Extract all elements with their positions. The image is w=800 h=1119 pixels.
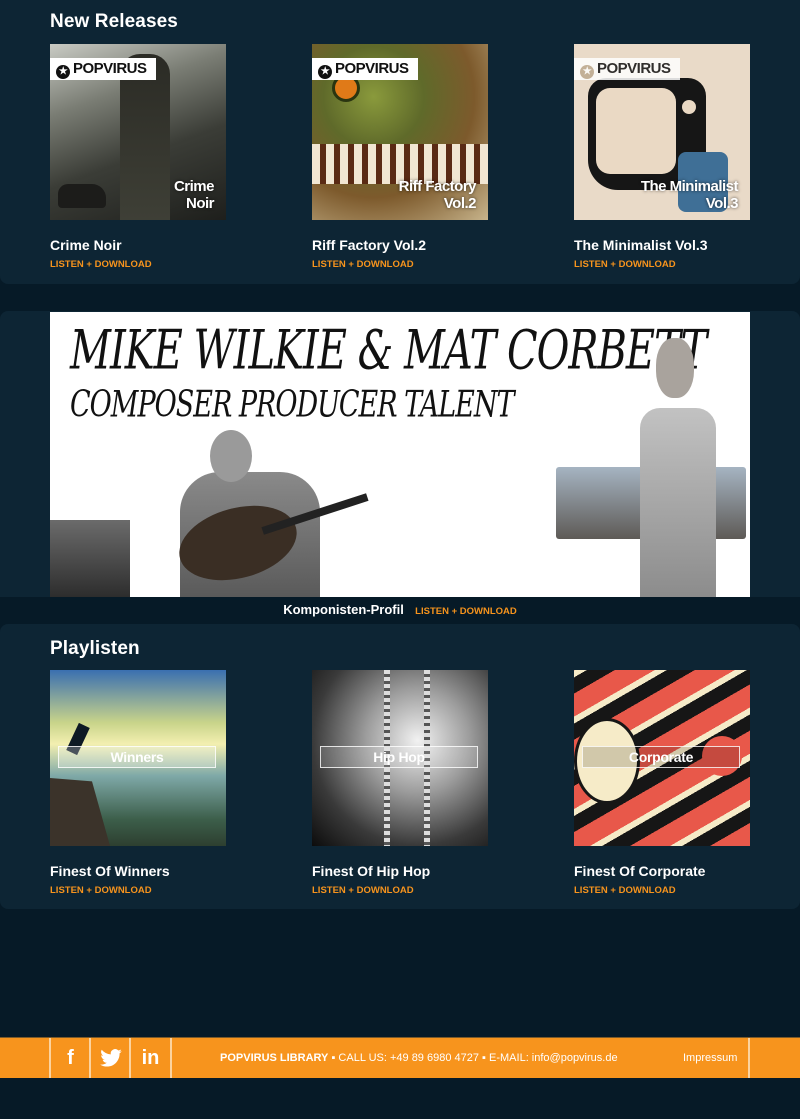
listen-download-link[interactable]: LISTEN + DOWNLOAD <box>415 606 517 617</box>
facebook-icon[interactable]: f <box>49 1038 90 1078</box>
listen-download-link[interactable]: LISTEN + DOWNLOAD <box>50 259 152 270</box>
section-title: Playlisten <box>50 638 140 659</box>
section-title: New Releases <box>50 11 178 32</box>
new-releases-section: New Releases ★ POPVIRUS Crime Noir Crime N… <box>0 0 800 284</box>
linkedin-icon[interactable]: in <box>129 1038 172 1078</box>
playlist-title: Finest Of Corporate <box>574 863 706 879</box>
footer-bar: f in POPVIRUS LIBRARY ▪ CALL US: +49 89 … <box>0 1037 800 1078</box>
release-card: ★ POPVIRUS Crime Noir Crime Noir LISTEN + … <box>50 44 226 270</box>
twitter-icon[interactable] <box>89 1038 130 1078</box>
release-title: Crime Noir <box>50 237 122 253</box>
release-card: ★ POPVIRUS The Minimalist Vol.3 The Minima… <box>574 44 750 270</box>
star-icon: ★ <box>56 65 70 79</box>
guitarist-photo <box>50 430 369 597</box>
release-title: Riff Factory Vol.2 <box>312 237 427 253</box>
producer-photo <box>550 312 750 597</box>
separator: ▪ <box>331 1052 336 1064</box>
footer-phone: CALL US: +49 89 6980 4727 <box>338 1052 479 1064</box>
playlist-cover[interactable]: Winners <box>50 670 226 846</box>
release-cover[interactable]: ★ POPVIRUS The Minimalist Vol.3 <box>574 44 750 220</box>
playlist-card: Corporate Finest Of Corporate LISTEN + D… <box>574 670 750 896</box>
footer-contact-info: POPVIRUS LIBRARY ▪ CALL US: +49 89 6980 … <box>220 1038 618 1078</box>
release-cover[interactable]: ★ POPVIRUS Riff Factory Vol.2 <box>312 44 488 220</box>
playlist-cover-label: Winners <box>58 746 216 768</box>
star-icon: ★ <box>318 65 332 79</box>
playlist-cover[interactable]: Corporate <box>574 670 750 846</box>
banner-caption: Komponisten-Profil LISTEN + DOWNLOAD <box>0 597 800 624</box>
playlist-title: Finest Of Winners <box>50 863 170 879</box>
impressum-link[interactable]: Impressum <box>683 1038 737 1078</box>
listen-download-link[interactable]: LISTEN + DOWNLOAD <box>312 259 414 270</box>
brand-tag: ★ POPVIRUS <box>574 58 680 80</box>
playlist-title: Finest Of Hip Hop <box>312 863 431 879</box>
playlist-cover-label: Hip Hop <box>320 746 478 768</box>
brand-tag: ★ POPVIRUS <box>50 58 156 80</box>
star-icon: ★ <box>580 65 594 79</box>
footer-brand: POPVIRUS LIBRARY <box>220 1052 329 1064</box>
release-card: ★ POPVIRUS Riff Factory Vol.2 Riff Factory… <box>312 44 488 270</box>
cover-text: The Minimalist Vol.3 <box>640 178 739 212</box>
listen-download-link[interactable]: LISTEN + DOWNLOAD <box>574 885 676 896</box>
playlist-card: Hip Hop Finest Of Hip Hop LISTEN + DOWNL… <box>312 670 488 896</box>
playlist-cover-label: Corporate <box>582 746 740 768</box>
footer-email-link[interactable]: E-MAIL: info@popvirus.de <box>489 1052 618 1064</box>
separator: ▪ <box>482 1052 486 1064</box>
playlist-cover[interactable]: Hip Hop <box>312 670 488 846</box>
release-title: The Minimalist Vol.3 <box>574 237 708 253</box>
composer-banner[interactable]: MIKE WILKIE & MAT CORBETT COMPOSER PRODU… <box>50 312 750 597</box>
listen-download-link[interactable]: LISTEN + DOWNLOAD <box>50 885 152 896</box>
footer-divider <box>748 1038 750 1078</box>
playlists-section: Playlisten Winners Finest Of Winners LIS… <box>0 624 800 909</box>
listen-download-link[interactable]: LISTEN + DOWNLOAD <box>574 259 676 270</box>
cover-text: Riff Factory Vol.2 <box>398 178 477 212</box>
release-cover[interactable]: ★ POPVIRUS Crime Noir <box>50 44 226 220</box>
composer-profile-label: Komponisten-Profil <box>283 602 404 617</box>
playlist-card: Winners Finest Of Winners LISTEN + DOWNL… <box>50 670 226 896</box>
brand-tag: ★ POPVIRUS <box>312 58 418 80</box>
listen-download-link[interactable]: LISTEN + DOWNLOAD <box>312 885 414 896</box>
cover-text: Crime Noir <box>173 178 215 212</box>
banner-subheadline: COMPOSER PRODUCER TALENT <box>70 384 514 426</box>
